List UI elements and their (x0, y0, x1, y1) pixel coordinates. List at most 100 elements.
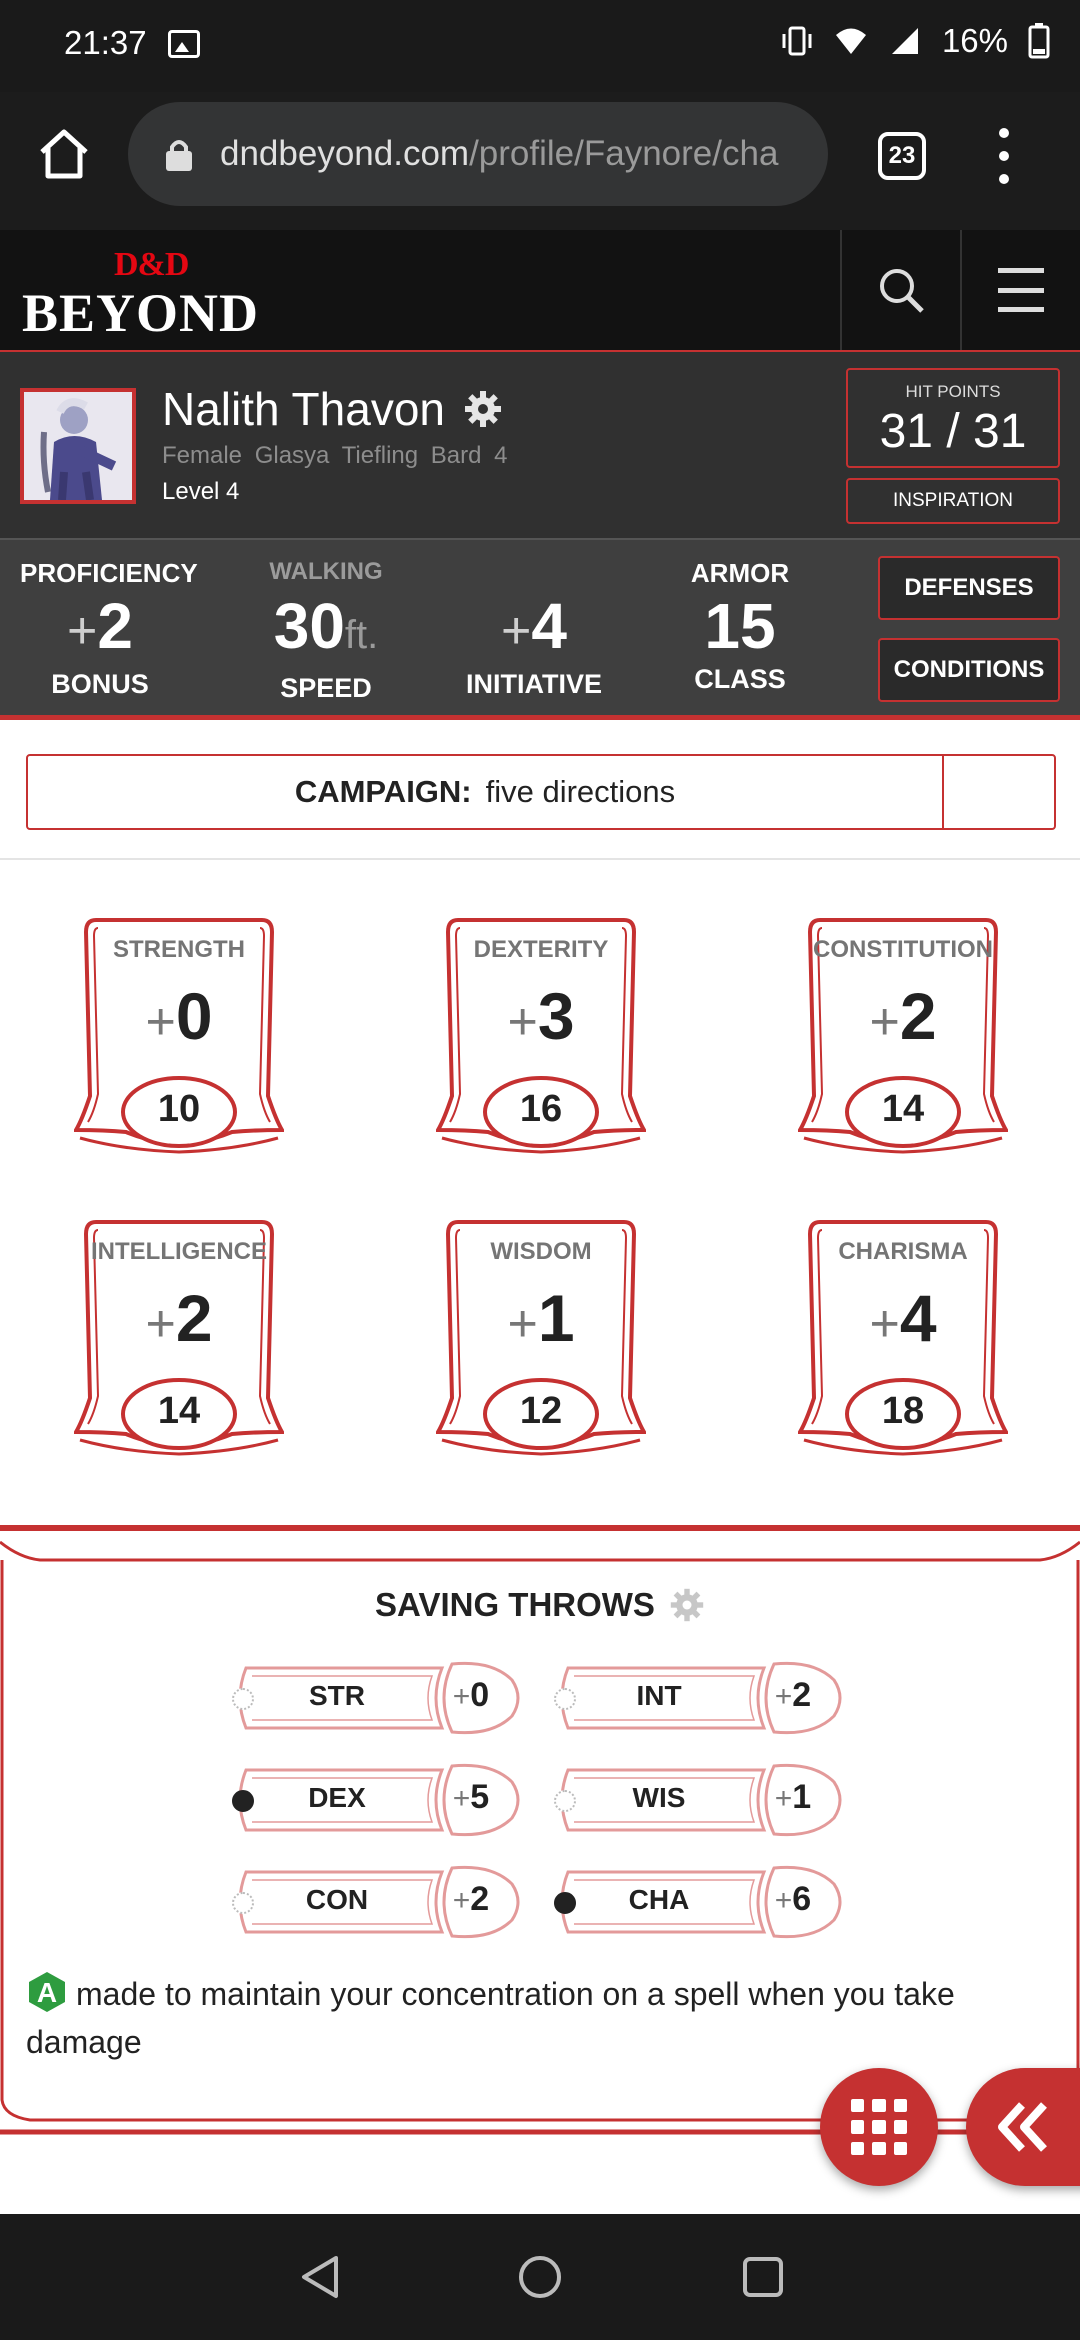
saving-throw-str[interactable]: STR +0 (232, 1660, 522, 1736)
advantage-note: Amade to maintain your concentration on … (26, 1970, 1036, 2066)
saving-throw-label: STR (309, 1680, 365, 1711)
url-bar[interactable]: dndbeyond.com/profile/Faynore/cha (128, 102, 828, 206)
saving-throw-value: +0 (452, 1676, 490, 1714)
battery-icon (1028, 23, 1050, 59)
wifi-icon (835, 28, 866, 54)
proficiency-value: 2 (97, 590, 133, 662)
armor-class[interactable]: ARMOR 15 CLASS (660, 558, 820, 695)
saving-throw-wis[interactable]: WIS +1 (554, 1762, 844, 1838)
inspiration-button[interactable]: INSPIRATION (846, 478, 1060, 524)
portrait-image (24, 392, 132, 500)
ability-modifier: +3 (507, 979, 575, 1053)
character-level: Level 4 (162, 478, 240, 505)
ability-constitution[interactable]: CONSTITUTION +2 14 (798, 906, 1008, 1166)
character-name: Nalith Thavon (162, 382, 503, 436)
ability-wisdom[interactable]: WISDOM +1 12 (436, 1208, 646, 1468)
search-icon (880, 269, 924, 313)
ability-score: 14 (881, 1088, 925, 1130)
saving-throw-value: +2 (774, 1676, 812, 1714)
sidebar-toggle-button[interactable] (966, 2068, 1080, 2186)
ability-score: 18 (881, 1390, 925, 1432)
search-button[interactable] (840, 230, 960, 350)
ability-modifier: +2 (145, 1281, 213, 1355)
hit-points-box[interactable]: HIT POINTS 31 / 31 (846, 368, 1060, 468)
status-icons: 16% (780, 22, 1050, 60)
ability-intelligence[interactable]: INTELLIGENCE +2 14 (74, 1208, 284, 1468)
conditions-button[interactable]: CONDITIONS (878, 638, 1060, 702)
url-domain: dndbeyond.com (220, 134, 470, 173)
advantage-icon: A (29, 1972, 65, 2012)
svg-text:A: A (37, 1977, 57, 2008)
tabs-button[interactable]: 23 (878, 132, 926, 180)
ability-score: 12 (519, 1390, 563, 1432)
ability-score: 14 (157, 1390, 201, 1432)
saving-throw-cha[interactable]: CHA +6 (554, 1864, 844, 1940)
saving-throw-value: +1 (774, 1778, 812, 1816)
saving-throw-value: +6 (774, 1880, 812, 1918)
saving-throw-label: DEX (308, 1782, 366, 1813)
sections-menu-button[interactable] (820, 2068, 938, 2186)
url-path: /profile/Faynore/cha (469, 134, 779, 173)
saving-throw-label: CON (305, 1884, 369, 1915)
ability-name: CONSTITUTION (813, 936, 993, 963)
ability-name: WISDOM (490, 1238, 592, 1265)
status-time: 21:37 (64, 24, 147, 61)
walking-speed[interactable]: WALKING 30ft. SPEED (246, 558, 406, 704)
saving-throw-value: +2 (452, 1880, 490, 1918)
gear-icon[interactable] (463, 389, 503, 429)
proficiency-label: PROFICIENCY (20, 558, 198, 588)
more-icon[interactable] (990, 128, 1018, 184)
ability-charisma[interactable]: CHARISMA +4 18 (798, 1208, 1008, 1468)
ability-score: 10 (157, 1088, 201, 1130)
defenses-button[interactable]: DEFENSES (878, 556, 1060, 620)
ability-score: 16 (519, 1088, 563, 1130)
ability-name: STRENGTH (113, 936, 245, 963)
nav-home-icon[interactable] (517, 2254, 563, 2300)
proficiency-dot (232, 1688, 254, 1710)
browser-toolbar: dndbeyond.com/profile/Faynore/cha 23 (0, 92, 1080, 230)
character-name-text: Nalith Thavon (162, 383, 445, 435)
character-header: Nalith Thavon Female Glasya Tiefling Bar… (0, 352, 1080, 540)
campaign-name: five directions (485, 774, 676, 809)
nav-back-icon[interactable] (298, 2254, 344, 2300)
home-icon[interactable] (32, 122, 96, 186)
proficiency-dot (232, 1790, 254, 1812)
ability-name: DEXTERITY (473, 936, 609, 963)
saving-throw-dex[interactable]: DEX +5 (232, 1762, 522, 1838)
armor-class-value: 15 (704, 590, 776, 662)
signal-icon (891, 28, 918, 54)
saving-throw-int[interactable]: INT +2 (554, 1660, 844, 1736)
campaign-label: CAMPAIGN: (294, 774, 472, 809)
status-bar: 21:37 16% (0, 0, 1080, 92)
ability-strength[interactable]: STRENGTH +0 10 (74, 906, 284, 1166)
site-header: D&D BEYOND (0, 230, 1080, 352)
grid-icon (851, 2099, 907, 2155)
saving-throw-con[interactable]: CON +2 (232, 1864, 522, 1940)
character-gender: Female (162, 442, 243, 469)
gallery-notification-icon (168, 30, 200, 58)
campaign-side-button[interactable] (942, 756, 1054, 828)
quick-stats-bar: PROFICIENCY +2 BONUS WALKING 30ft. SPEED… (0, 540, 1080, 720)
url-text: dndbeyond.com/profile/Faynore/cha (220, 134, 778, 174)
hit-points-value: 31 / 31 (879, 405, 1027, 458)
campaign-bar[interactable]: CAMPAIGN: five directions (26, 754, 1056, 830)
dnd-beyond-logo[interactable]: D&D BEYOND (22, 246, 292, 343)
menu-button[interactable] (960, 230, 1080, 350)
initiative[interactable]: +4 INITIATIVE (454, 558, 614, 700)
vibrate-icon (782, 26, 812, 56)
ability-dexterity[interactable]: DEXTERITY +3 16 (436, 906, 646, 1166)
character-portrait[interactable] (20, 388, 136, 504)
ability-modifier: +0 (145, 979, 213, 1053)
ability-modifier: +4 (869, 1281, 937, 1355)
proficiency-bonus: PROFICIENCY +2 BONUS (20, 558, 198, 699)
lock-icon (166, 140, 192, 171)
character-class: Bard 4 (430, 442, 508, 469)
saving-throw-label: INT (636, 1680, 682, 1711)
gear-icon[interactable] (669, 1587, 705, 1623)
advantage-text: made to maintain your concentration on a… (26, 1976, 955, 2060)
menu-icon (998, 268, 1044, 312)
saving-throw-value: +5 (452, 1778, 490, 1816)
logo-dnd: D&D (114, 246, 189, 283)
nav-recents-icon[interactable] (740, 2254, 786, 2300)
saving-throws-title: SAVING THROWS (0, 1586, 1080, 1624)
